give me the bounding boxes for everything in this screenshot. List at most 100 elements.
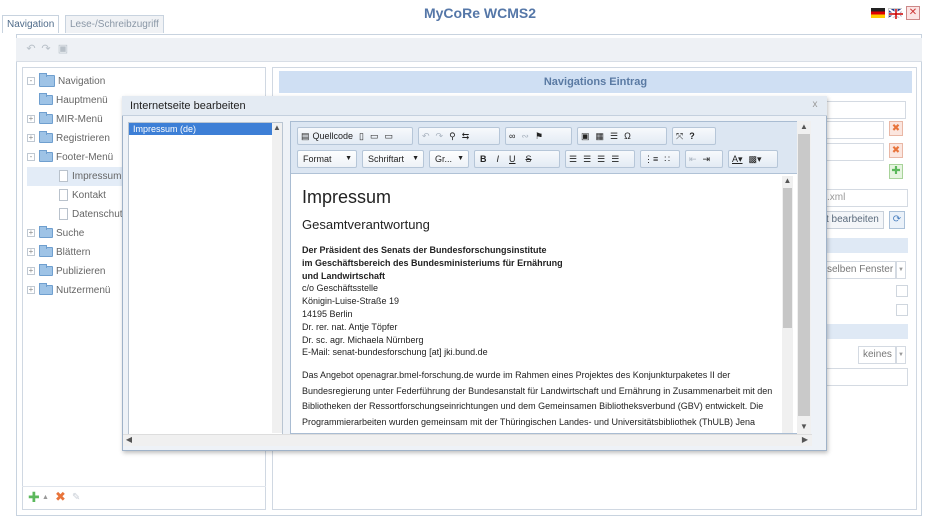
unlink-icon[interactable]: ∾ — [518, 128, 532, 144]
edit-content-button[interactable]: t bearbeiten — [822, 211, 884, 229]
refresh-icon[interactable]: ⟳ — [889, 211, 905, 229]
new-page-icon[interactable]: ▯ — [356, 128, 367, 144]
anchor-icon[interactable]: ⚑ — [532, 128, 546, 144]
title-input[interactable] — [822, 101, 906, 119]
background-color-icon[interactable]: ▩▾ — [746, 151, 765, 167]
expand-icon[interactable]: + — [27, 115, 35, 124]
tree-item-label: Registrieren — [56, 133, 110, 144]
tree-item-label: Footer-Menü — [56, 152, 114, 163]
scroll-left-icon[interactable]: ◀ — [124, 435, 134, 445]
page-icon — [59, 189, 68, 202]
horizontal-line-icon[interactable]: ☰ — [607, 128, 621, 144]
help-icon[interactable]: ? — [686, 128, 698, 144]
table-icon[interactable]: ▦ — [593, 128, 608, 144]
italic-icon[interactable]: I — [492, 151, 505, 167]
outdent-icon[interactable]: ⇤ — [686, 151, 700, 167]
address-line: Königin-Luise-Straße 19 — [302, 296, 400, 307]
source-button[interactable]: Quellcode — [313, 128, 357, 144]
scroll-right-icon[interactable]: ▶ — [800, 435, 810, 445]
style-select[interactable]: keines — [858, 346, 896, 364]
expand-icon[interactable]: + — [27, 267, 35, 276]
tree-item-label: Publizieren — [56, 266, 106, 277]
scroll-up-icon[interactable]: ▲ — [272, 123, 282, 133]
size-select[interactable]: Gr... ▼ — [429, 150, 469, 168]
delete-item-icon[interactable]: ✖ — [55, 490, 66, 503]
redo-icon[interactable]: ↷ — [433, 128, 447, 144]
tree-item-label: Kontakt — [72, 190, 106, 201]
strikethrough-icon[interactable]: S — [521, 151, 537, 167]
collapse-icon[interactable]: - — [27, 153, 35, 162]
tab-navigation[interactable]: Navigation — [2, 15, 60, 33]
target-window-select[interactable]: selben Fenster — [822, 261, 896, 279]
format-select[interactable]: Format ▼ — [297, 150, 357, 168]
de-flag-icon[interactable] — [871, 8, 885, 18]
file-input[interactable]: .xml — [822, 189, 908, 207]
undo-icon[interactable]: ↶ — [419, 128, 433, 144]
preview-icon[interactable]: ▭ — [367, 128, 382, 144]
align-left-icon[interactable]: ☰ — [566, 151, 580, 167]
bold-icon[interactable]: B — [475, 151, 492, 167]
document-scroll-thumb[interactable] — [783, 188, 792, 328]
maximize-icon[interactable]: ⤧ — [673, 128, 686, 144]
indent-icon[interactable]: ⇥ — [700, 151, 714, 167]
font-select[interactable]: Schriftart ▼ — [362, 150, 424, 168]
checkbox-1[interactable] — [896, 285, 908, 297]
special-char-icon[interactable]: Ω — [621, 128, 634, 144]
tree-item[interactable]: - Navigation — [27, 72, 263, 91]
image-icon[interactable]: ▣ — [578, 128, 593, 144]
label-input-2[interactable] — [822, 143, 884, 161]
expand-icon[interactable]: + — [27, 248, 35, 257]
templates-icon[interactable]: ▭ — [382, 128, 397, 144]
add-label-icon[interactable]: ✚ — [889, 164, 903, 179]
remove-label-icon[interactable]: ✖ — [889, 143, 903, 158]
editor-scroll-thumb[interactable] — [798, 134, 810, 416]
source-icon[interactable]: ▤ — [298, 128, 313, 144]
list-scrollbar[interactable] — [272, 123, 282, 433]
list-item[interactable]: Impressum (de) — [129, 123, 272, 135]
close-app-icon[interactable]: ✕ — [906, 6, 920, 20]
undo-icon[interactable]: ↶ — [25, 43, 37, 55]
link-icon[interactable]: ∞ — [506, 128, 518, 144]
collapse-icon[interactable]: - — [27, 77, 35, 86]
tree-item-label: Suche — [56, 228, 85, 239]
scroll-up-icon[interactable]: ▲ — [797, 122, 811, 132]
chevron-down-icon[interactable]: ▼ — [896, 346, 906, 364]
add-item-icon[interactable]: ✚ — [28, 490, 40, 504]
label-input[interactable] — [822, 121, 884, 139]
folder-icon — [39, 93, 53, 106]
dialog-title: Internetseite bearbeiten — [122, 96, 827, 116]
find-icon[interactable]: ⚲ — [446, 128, 459, 144]
save-icon[interactable]: ▣ — [57, 43, 69, 55]
numbered-list-icon[interactable]: ⋮≡ — [641, 151, 661, 167]
app-title: MyCoRe WCMS2 — [423, 5, 536, 21]
remove-label-icon[interactable]: ✖ — [889, 121, 903, 136]
text-color-icon[interactable]: A▾ — [729, 151, 746, 167]
editor-document[interactable]: Impressum Gesamtverantwortung Der Präsid… — [292, 176, 782, 433]
align-right-icon[interactable]: ☰ — [594, 151, 608, 167]
entry-panel-header: Navigations Eintrag — [279, 71, 912, 93]
chevron-down-icon[interactable]: ▼ — [896, 261, 906, 279]
en-flag-icon[interactable] — [888, 8, 903, 19]
expand-icon[interactable]: + — [27, 286, 35, 295]
scroll-down-icon[interactable]: ▼ — [797, 422, 811, 432]
redo-icon[interactable]: ↷ — [40, 43, 52, 55]
bullet-list-icon[interactable]: ∷ — [661, 151, 673, 167]
expand-icon[interactable]: + — [27, 229, 35, 238]
extra-input[interactable] — [822, 368, 908, 386]
align-justify-icon[interactable]: ☰ — [608, 151, 622, 167]
add-dropdown-icon[interactable]: ▲ — [42, 494, 49, 501]
dialog-close-button[interactable]: x — [808, 96, 822, 116]
underline-icon[interactable]: U — [504, 151, 521, 167]
tab-access[interactable]: Lese-/Schreibzugriff — [65, 15, 164, 33]
checkbox-2[interactable] — [896, 304, 908, 316]
page-icon — [59, 208, 68, 221]
tree-item-label: Navigation — [58, 76, 106, 87]
expand-icon[interactable]: + — [27, 134, 35, 143]
align-center-icon[interactable]: ☰ — [580, 151, 594, 167]
scroll-up-icon[interactable]: ▲ — [782, 176, 793, 186]
replace-icon[interactable]: ⇆ — [459, 128, 473, 144]
dialog-horizontal-scrollbar[interactable] — [123, 434, 812, 446]
toolbar-group-links: ∞ ∾ ⚑ — [505, 127, 572, 145]
edit-item-icon[interactable]: ✎ — [72, 492, 80, 503]
tree-item-label: Blättern — [56, 247, 91, 258]
